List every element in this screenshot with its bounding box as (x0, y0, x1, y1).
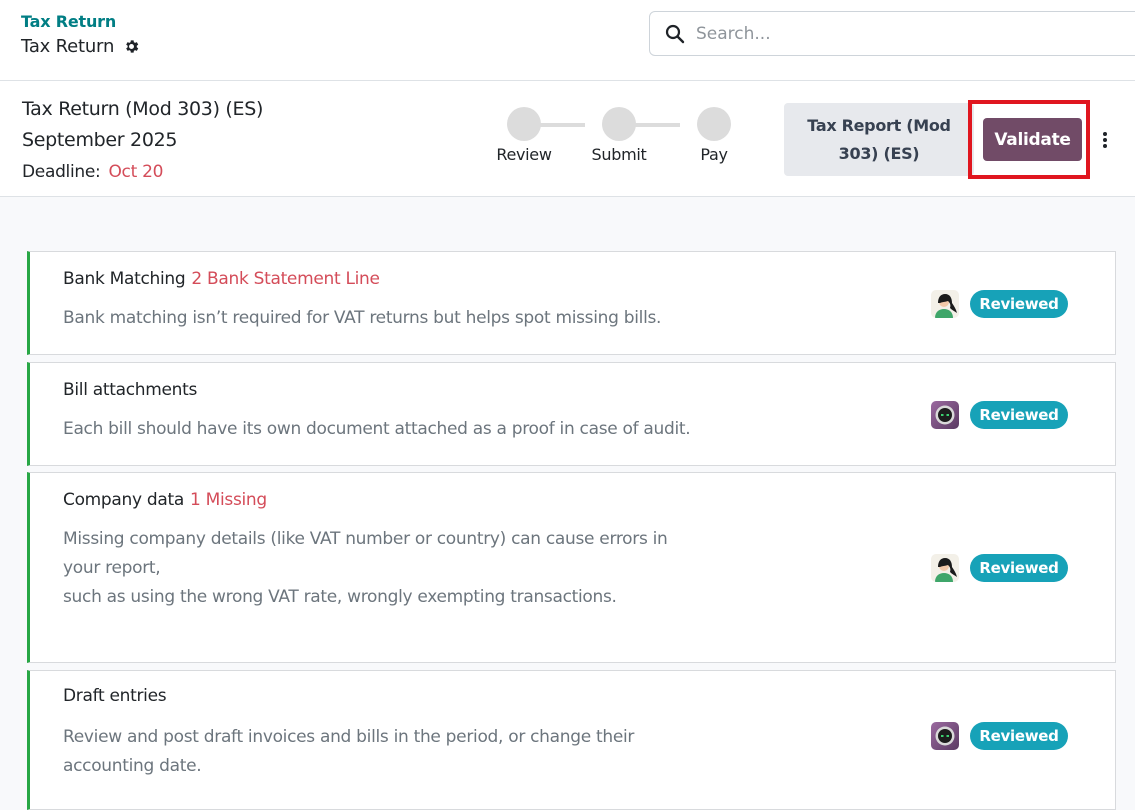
step-submit-dot[interactable] (602, 107, 636, 141)
search-box[interactable] (649, 11, 1135, 56)
check-card-bank-matching: Bank Matching 2 Bank Statement Line Bank … (27, 251, 1116, 355)
card-description: Each bill should have its own document a… (63, 415, 691, 444)
card-title: Draft entries (63, 686, 172, 706)
card-description: Review and post draft invoices and bills… (63, 723, 634, 781)
card-warning-link[interactable]: 1 Missing (190, 490, 267, 510)
card-title-label: Bank Matching (63, 269, 186, 289)
step-submit-label: Submit (591, 145, 647, 164)
card-warning-link[interactable]: 2 Bank Statement Line (191, 269, 380, 289)
card-title-label: Bill attachments (63, 380, 198, 400)
top-header: Tax Return Tax Return (0, 0, 1135, 81)
card-description-line: Review and post draft invoices and bills… (63, 727, 635, 747)
card-description-line: accounting date. (63, 756, 202, 776)
search-input[interactable] (694, 22, 1114, 45)
step-review-label: Review (496, 145, 552, 164)
status-badge[interactable]: Reviewed (970, 401, 1068, 429)
card-description-line: Bank matching isn’t required for VAT ret… (63, 308, 662, 328)
search-icon (665, 24, 685, 44)
card-title: Bill attachments (63, 380, 203, 400)
status-badge[interactable]: Reviewed (970, 722, 1068, 750)
check-card-bill-attachments: Bill attachments Each bill should have i… (27, 362, 1116, 466)
progress-steps: Review Submit Pay (490, 107, 750, 171)
card-description-line: Each bill should have its own document a… (63, 419, 691, 439)
deadline-value: Oct 20 (108, 162, 164, 182)
card-title-label: Company data (63, 490, 184, 510)
return-deadline: Deadline: Oct 20 (22, 162, 163, 182)
validate-button[interactable]: Validate (983, 118, 1082, 161)
card-title: Bank Matching 2 Bank Statement Line (63, 269, 380, 289)
step-pay-label: Pay (700, 145, 728, 164)
card-description-line: Missing company details (like VAT number… (63, 529, 668, 549)
breadcrumb-parent-link[interactable]: Tax Return (21, 12, 116, 31)
card-description: Missing company details (like VAT number… (63, 525, 668, 612)
user-avatar-woman[interactable] (931, 290, 959, 318)
deadline-label: Deadline: (22, 162, 101, 182)
tax-report-button[interactable]: Tax Report (Mod 303) (ES) (784, 103, 974, 176)
more-options-icon[interactable] (1100, 130, 1110, 150)
status-badge[interactable]: Reviewed (970, 290, 1068, 318)
card-description-line: your report, (63, 558, 161, 578)
check-card-draft-entries: Draft entries Review and post draft invo… (27, 670, 1116, 810)
return-period: September 2025 (22, 129, 178, 151)
card-title-label: Draft entries (63, 686, 167, 706)
breadcrumb-current-label: Tax Return (21, 36, 115, 57)
card-title: Company data 1 Missing (63, 490, 267, 510)
check-card-company-data: Company data 1 Missing Missing company de… (27, 472, 1116, 663)
user-avatar-bot[interactable] (931, 722, 959, 750)
user-avatar-woman[interactable] (931, 554, 959, 582)
step-pay-dot[interactable] (697, 107, 731, 141)
status-badge[interactable]: Reviewed (970, 554, 1068, 582)
user-avatar-bot[interactable] (931, 401, 959, 429)
breadcrumb-current: Tax Return (21, 36, 140, 57)
card-description-line: such as using the wrong VAT rate, wrongl… (63, 587, 617, 607)
step-review-dot[interactable] (507, 107, 541, 141)
control-panel: Tax Return (Mod 303) (ES) September 2025… (0, 81, 1135, 197)
gear-icon[interactable] (123, 38, 140, 55)
return-title: Tax Return (Mod 303) (ES) (22, 98, 264, 120)
card-description: Bank matching isn’t required for VAT ret… (63, 304, 661, 333)
